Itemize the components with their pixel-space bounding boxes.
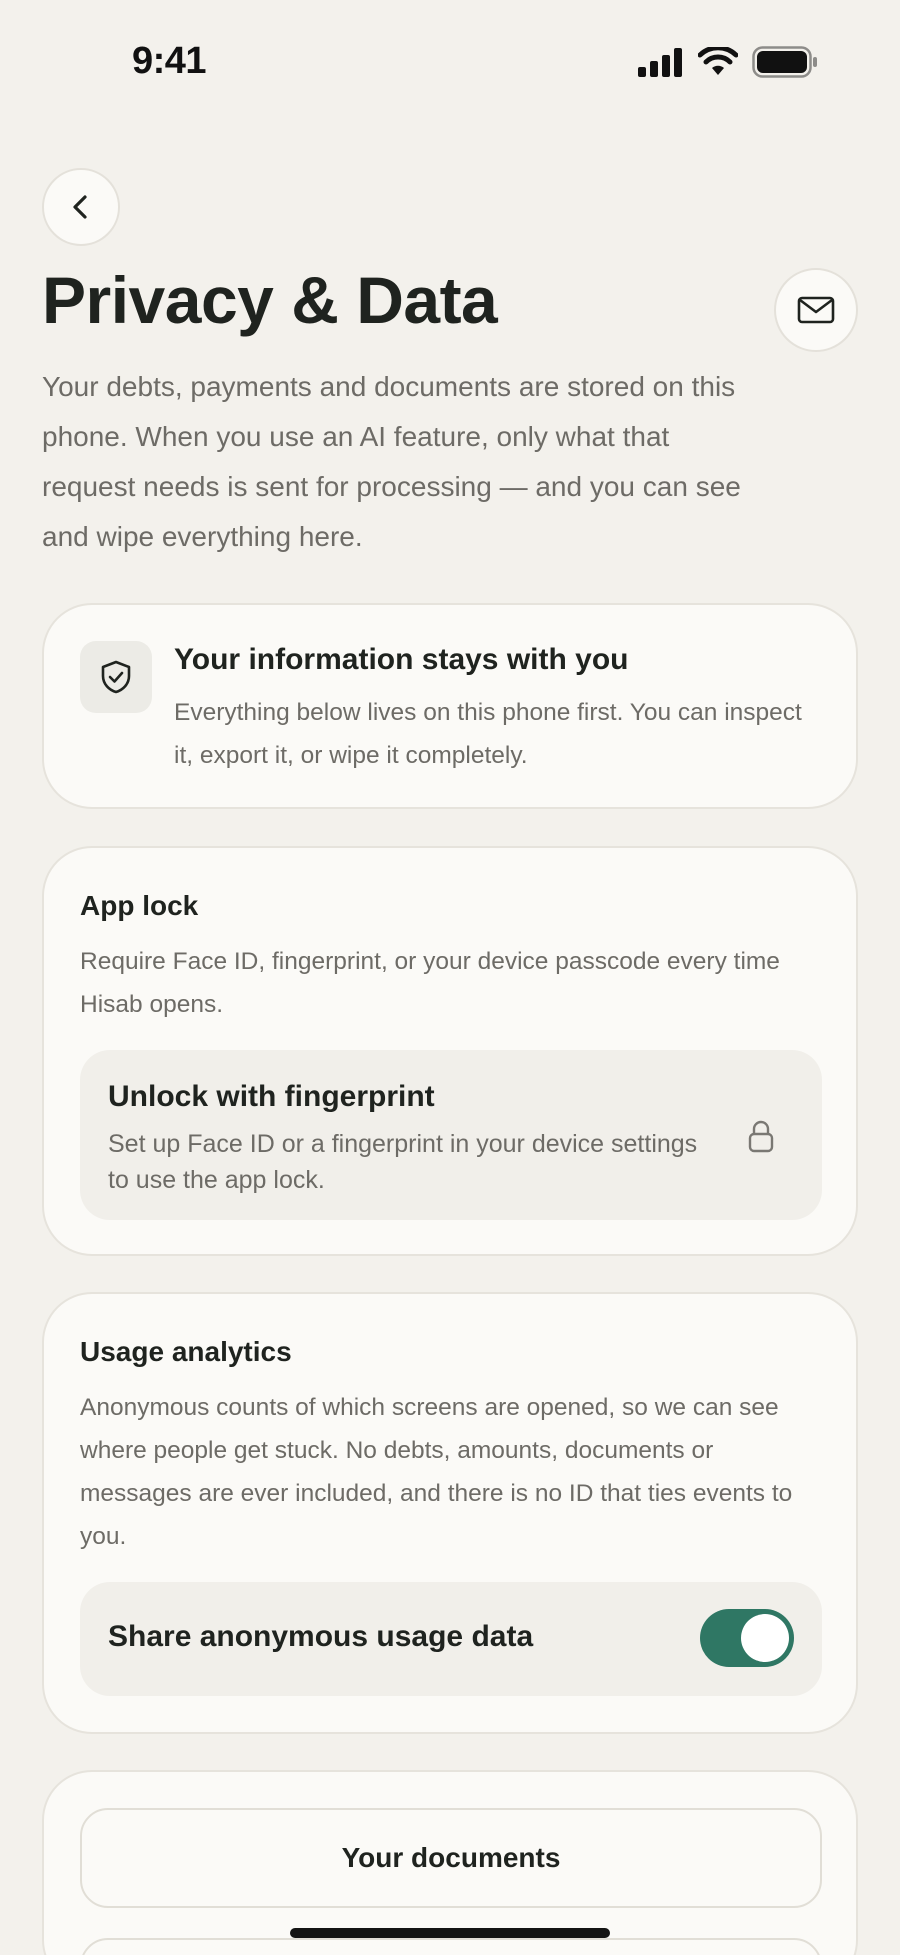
share-usage-row: Share anonymous usage data [80, 1582, 822, 1696]
page-title: Privacy & Data [42, 263, 498, 337]
toggle-knob [741, 1614, 789, 1662]
mail-icon [797, 296, 835, 324]
back-chevron-icon [73, 195, 87, 219]
contact-button[interactable] [774, 268, 858, 352]
shield-check-icon [101, 660, 131, 694]
info-card-title: Your information stays with you [174, 643, 629, 676]
usage-analytics-title: Usage analytics [80, 1336, 292, 1367]
fingerprint-unlock-option[interactable]: Unlock with fingerprint Set up Face ID o… [80, 1050, 822, 1220]
battery-icon [752, 46, 817, 78]
share-usage-label: Share anonymous usage data [108, 1620, 534, 1653]
usage-analytics-description: Anonymous counts of which screens are op… [80, 1394, 793, 1550]
fingerprint-unlock-hint: Set up Face ID or a fingerprint in your … [108, 1130, 698, 1194]
signal-icon [638, 48, 682, 77]
app-lock-description: Require Face ID, fingerprint, or your de… [80, 948, 780, 1018]
your-documents-button[interactable]: Your documents [80, 1808, 822, 1908]
info-card-body: Everything below lives on this phone fir… [174, 699, 802, 769]
status-time: 9:41 [132, 40, 207, 82]
lock-icon [748, 1120, 774, 1153]
back-button[interactable] [42, 168, 120, 246]
shield-badge [80, 641, 152, 713]
wifi-icon [698, 47, 738, 75]
app-lock-card: App lock Require Face ID, fingerprint, o… [42, 846, 858, 1256]
app-lock-title: App lock [80, 890, 199, 921]
secondary-action-button[interactable] [80, 1938, 822, 1955]
status-icons [636, 46, 818, 78]
status-bar: 9:41 [0, 0, 900, 120]
fingerprint-unlock-title: Unlock with fingerprint [108, 1080, 435, 1113]
share-usage-toggle[interactable] [700, 1609, 794, 1667]
info-card: Your information stays with you Everythi… [42, 603, 858, 809]
home-indicator [290, 1928, 610, 1938]
intro-text: Your debts, payments and documents are s… [42, 371, 741, 552]
usage-analytics-card: Usage analytics Anonymous counts of whic… [42, 1292, 858, 1734]
